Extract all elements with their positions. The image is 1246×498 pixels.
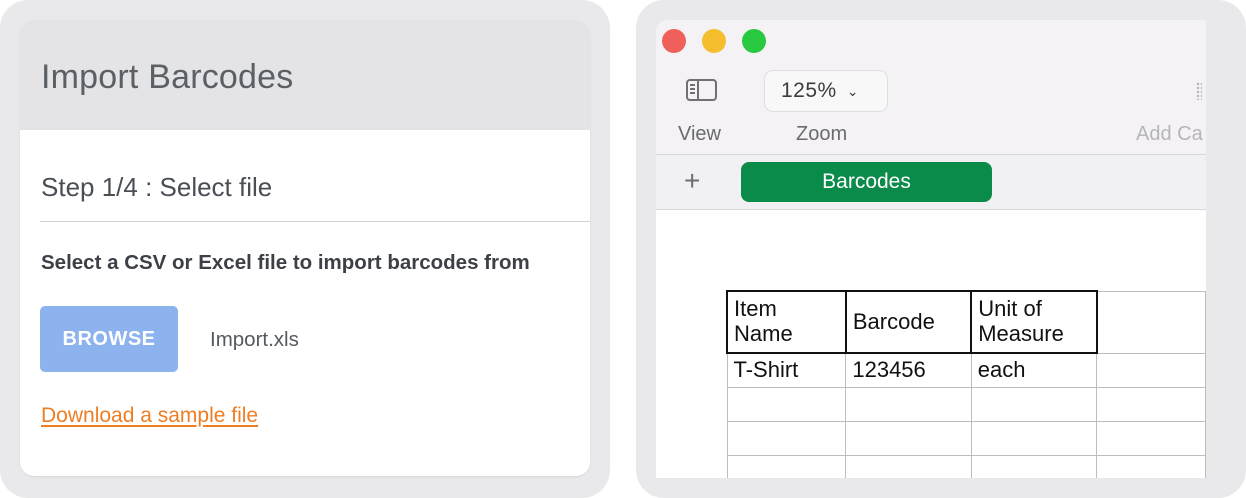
table-cell[interactable] — [1096, 386, 1206, 422]
selected-file-name: Import.xls — [210, 328, 299, 351]
spreadsheet-panel: 125% ⌄ View Zoom Add Ca + Barcodes Item N… — [636, 0, 1246, 498]
table-cell[interactable] — [970, 454, 1098, 478]
table-cell[interactable] — [970, 386, 1098, 422]
import-card: Import Barcodes Step 1/4 : Select file S… — [20, 20, 590, 476]
table-cell[interactable] — [726, 420, 847, 456]
sidebar-icon[interactable] — [686, 79, 717, 101]
table-cell[interactable] — [1096, 420, 1206, 456]
chevron-down-icon: ⌄ — [846, 82, 859, 99]
table-header-row: Item Name Barcode Unit of Measure — [726, 290, 1206, 354]
table-row — [726, 420, 1206, 456]
zoom-label: Zoom — [796, 123, 848, 145]
table-cell[interactable] — [1096, 352, 1206, 388]
download-sample-link[interactable]: Download a sample file — [41, 404, 258, 428]
card-header: Import Barcodes — [20, 20, 590, 130]
browse-button[interactable]: BROWSE — [40, 306, 178, 372]
table-cell[interactable] — [970, 420, 1098, 456]
header-line: Item — [734, 296, 777, 322]
maximize-window-button[interactable] — [742, 29, 766, 53]
header-cell[interactable]: Barcode — [844, 290, 973, 354]
table-cell[interactable] — [845, 386, 972, 422]
header-cell[interactable] — [1095, 290, 1206, 354]
divider — [40, 221, 590, 222]
header-line: Name — [734, 321, 793, 346]
table-cell[interactable]: T-Shirt — [726, 352, 847, 388]
table-cell[interactable] — [1096, 454, 1206, 478]
view-label[interactable]: View — [678, 123, 721, 146]
import-panel: Import Barcodes Step 1/4 : Select file S… — [0, 0, 610, 498]
table-row — [726, 454, 1206, 478]
barcode-table: Item Name Barcode Unit of Measure T-Shirt … — [726, 290, 1206, 478]
table-cell[interactable] — [845, 420, 972, 456]
header-line: Barcode — [852, 308, 935, 334]
table-cell[interactable]: each — [970, 352, 1098, 388]
header-cell[interactable]: Unit of Measure — [970, 290, 1098, 354]
tab-barcodes[interactable]: Barcodes — [741, 162, 992, 202]
page-title: Import Barcodes — [41, 58, 294, 96]
add-category-label[interactable]: Add Ca — [1136, 123, 1203, 146]
minimize-window-button[interactable] — [702, 29, 726, 53]
table-row — [726, 386, 1206, 422]
sheet-tab-bar: + Barcodes — [656, 155, 1206, 209]
table-row: T-Shirt 123456 each — [726, 352, 1206, 388]
table-cell[interactable] — [726, 386, 847, 422]
zoom-select[interactable]: 125% ⌄ — [764, 70, 888, 112]
zoom-value: 125% — [781, 79, 837, 102]
header-line: Unit of — [978, 296, 1042, 322]
header-line: Measure — [978, 321, 1064, 346]
close-window-button[interactable] — [662, 29, 686, 53]
header-cell[interactable]: Item Name — [726, 290, 847, 354]
instruction-text: Select a CSV or Excel file to import bar… — [41, 251, 530, 274]
sheet-canvas: Item Name Barcode Unit of Measure T-Shirt … — [656, 210, 1206, 478]
step-title: Step 1/4 : Select file — [41, 172, 273, 202]
table-cell[interactable] — [726, 454, 847, 478]
add-sheet-plus-icon[interactable]: + — [684, 167, 700, 195]
table-cell[interactable] — [845, 454, 972, 478]
spreadsheet-window: 125% ⌄ View Zoom Add Ca + Barcodes Item N… — [656, 20, 1206, 478]
grip-icon — [1196, 82, 1202, 100]
table-cell[interactable]: 123456 — [845, 352, 972, 388]
